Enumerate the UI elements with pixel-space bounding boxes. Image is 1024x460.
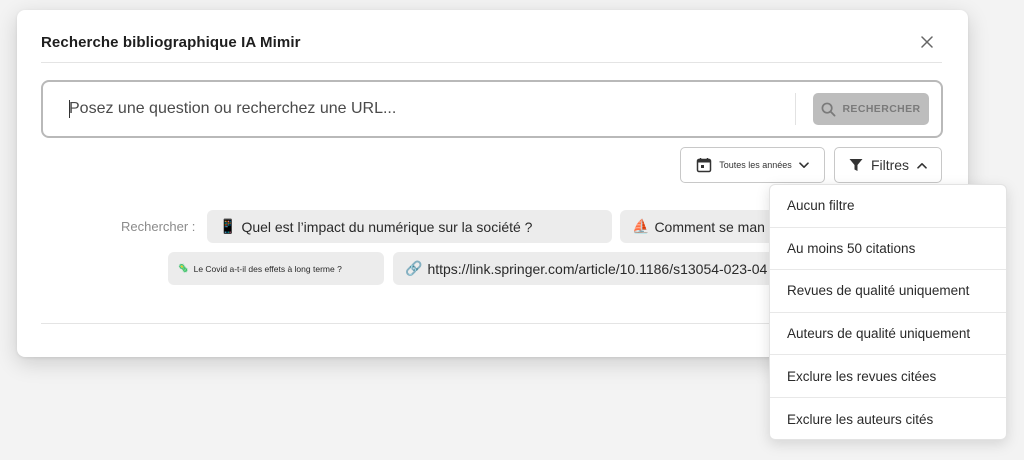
search-box: RECHERCHER bbox=[41, 80, 943, 138]
suggestion-chip[interactable]: 📱 Quel est l’impact du numérique sur la … bbox=[207, 210, 612, 243]
filter-option-quality-journals[interactable]: Revues de qualité uniquement bbox=[770, 270, 1006, 313]
suggestions-label: Rechercher : bbox=[121, 219, 196, 234]
modal-title: Recherche bibliographique IA Mimir bbox=[41, 34, 301, 51]
suggestion-chip[interactable]: 🔗 https://link.springer.com/article/10.1… bbox=[393, 252, 793, 285]
virus-icon: 🦠 bbox=[178, 263, 189, 273]
chevron-up-icon bbox=[917, 162, 927, 169]
filter-option-exclude-authors[interactable]: Exclure les auteurs cités bbox=[770, 398, 1006, 439]
suggestion-chip-text: https://link.springer.com/article/10.118… bbox=[427, 260, 768, 277]
link-icon: 🔗 bbox=[405, 260, 423, 276]
phone-icon: 📱 bbox=[219, 218, 237, 234]
calendar-icon bbox=[696, 158, 712, 173]
chevron-down-icon bbox=[798, 161, 809, 168]
suggestion-chip-text: Quel est l’impact du numérique sur la so… bbox=[241, 218, 533, 235]
search-input[interactable] bbox=[69, 93, 769, 125]
filters-menu: Aucun filtre Au moins 50 citations Revue… bbox=[769, 184, 1007, 440]
years-dropdown[interactable]: Toutes les années bbox=[680, 147, 825, 183]
years-label: Toutes les années bbox=[719, 160, 792, 170]
search-button-label: RECHERCHER bbox=[842, 103, 921, 115]
filter-option-none[interactable]: Aucun filtre bbox=[770, 185, 1006, 228]
filter-option-min-citations[interactable]: Au moins 50 citations bbox=[770, 228, 1006, 271]
close-icon bbox=[921, 36, 933, 48]
suggestion-chip-text: Le Covid a-t-il des effets à long terme … bbox=[193, 263, 342, 274]
filter-option-quality-authors[interactable]: Auteurs de qualité uniquement bbox=[770, 313, 1006, 356]
search-separator bbox=[795, 93, 796, 125]
filter-option-exclude-journals[interactable]: Exclure les revues citées bbox=[770, 355, 1006, 398]
text-caret bbox=[69, 100, 70, 118]
search-icon bbox=[822, 102, 836, 116]
suggestion-chip-text: Comment se man bbox=[654, 218, 765, 235]
boat-icon: ⛵ bbox=[632, 218, 650, 234]
suggestion-chip[interactable]: ⛵ Comment se man bbox=[620, 210, 780, 243]
suggestion-chip[interactable]: 🦠 Le Covid a-t-il des effets à long term… bbox=[168, 252, 384, 285]
search-button[interactable]: RECHERCHER bbox=[813, 93, 929, 125]
close-button[interactable] bbox=[916, 31, 938, 53]
filter-icon bbox=[849, 159, 863, 171]
header-divider bbox=[41, 62, 942, 63]
filters-label: Filtres bbox=[870, 157, 910, 173]
filters-dropdown[interactable]: Filtres bbox=[834, 147, 942, 183]
